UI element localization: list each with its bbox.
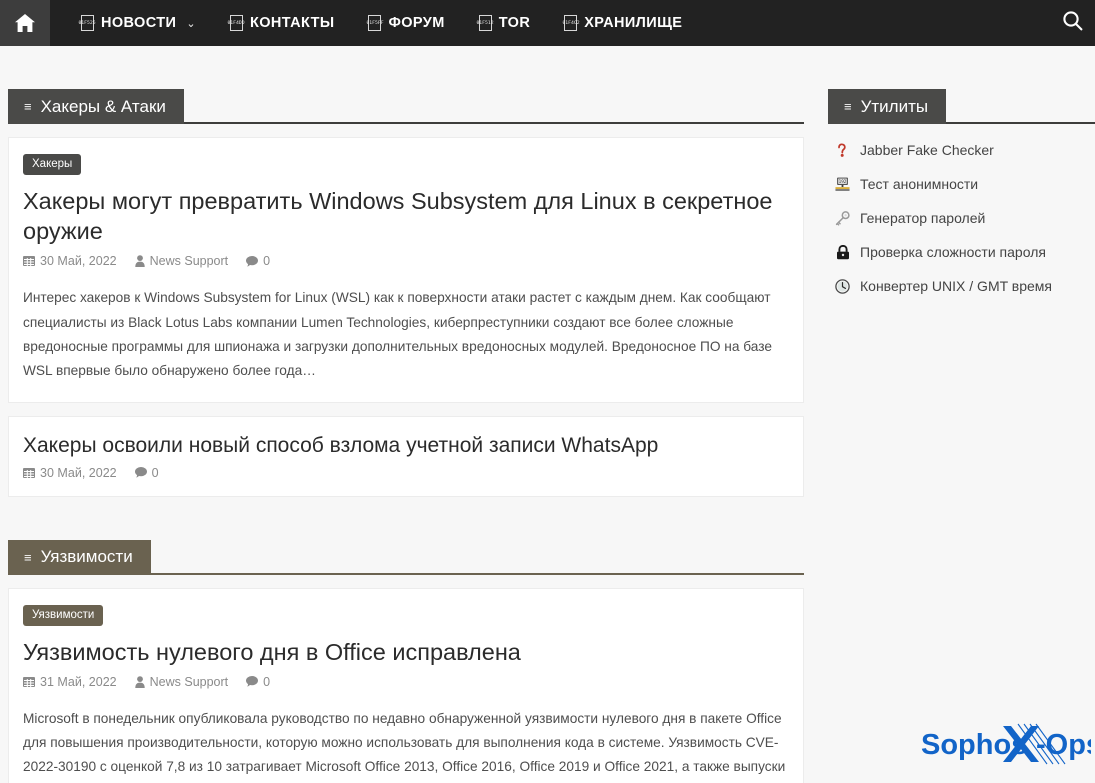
sidebar-item-label: Генератор паролей	[860, 210, 985, 226]
section-header-vulnerabilities: ≡ Уязвимости	[8, 540, 804, 575]
category-badge[interactable]: Хакеры	[23, 154, 81, 175]
calendar-icon	[23, 255, 35, 267]
user-icon	[135, 255, 145, 267]
nav-item-hranilishche[interactable]: 01F4C2 ХРАНИЛИЩЕ	[547, 0, 699, 46]
chevron-down-icon: ⌄	[186, 17, 196, 30]
section-title-hackers[interactable]: ≡ Хакеры & Атаки	[8, 89, 184, 124]
category-badge[interactable]: Уязвимости	[23, 605, 103, 626]
article-title[interactable]: Хакеры могут превратить Windows Subsyste…	[23, 186, 789, 246]
logo-text-xops: -Ops	[1036, 729, 1091, 761]
section-title-label: Утилиты	[861, 97, 929, 117]
nav-label: ХРАНИЛИЩЕ	[584, 15, 682, 31]
section-title-label: Хакеры & Атаки	[41, 97, 166, 117]
page-body: ≡ Хакеры & Атаки Хакеры Хакеры могут пре…	[0, 46, 1095, 783]
fire-icon: 01F525	[81, 15, 94, 31]
article-meta: 30 Май, 2022 0	[23, 466, 789, 480]
comment-icon	[135, 467, 147, 478]
comment-count: 0	[263, 675, 270, 689]
article-excerpt: Microsoft в понедельник опубликовала рук…	[23, 707, 789, 783]
search-icon	[1062, 10, 1083, 36]
meta-date: 31 Май, 2022	[23, 675, 117, 689]
main-content: ≡ Хакеры & Атаки Хакеры Хакеры могут пре…	[0, 46, 820, 783]
article-meta: 30 Май, 2022 News Support	[23, 254, 789, 268]
user-icon	[135, 676, 145, 688]
clock-icon	[834, 279, 851, 294]
comment-icon	[246, 256, 258, 267]
lock-icon: 01F512	[479, 15, 492, 31]
moai-icon: 01F5FF	[368, 15, 381, 31]
sidebar-item-jabber-fake-checker[interactable]: Jabber Fake Checker	[834, 142, 1095, 158]
author-text: News Support	[150, 254, 229, 268]
article-card[interactable]: Уязвимости Уязвимость нулевого дня в Off…	[8, 588, 804, 783]
svg-text:192: 192	[839, 179, 847, 185]
sidebar-item-label: Тест анонимности	[860, 176, 978, 192]
nav-item-tor[interactable]: 01F512 TOR	[462, 0, 548, 46]
sophos-x-ops-logo: Sophos -Ops	[919, 718, 1091, 775]
comment-count: 0	[152, 466, 159, 480]
meta-comments: 0	[246, 254, 270, 268]
article-title[interactable]: Уязвимость нулевого дня в Office исправл…	[23, 637, 789, 667]
calendar-icon	[23, 676, 35, 688]
lock-icon	[834, 245, 851, 260]
meta-author: News Support	[135, 675, 229, 689]
nav-label: НОВОСТИ	[101, 15, 176, 31]
section-title-vulnerabilities[interactable]: ≡ Уязвимости	[8, 540, 151, 575]
question-ornament-icon	[834, 143, 851, 158]
article-meta: 31 Май, 2022 News Support	[23, 675, 789, 689]
sidebar-item-password-strength-check[interactable]: Проверка сложности пароля	[834, 244, 1095, 260]
author-text: News Support	[150, 675, 229, 689]
sidebar-item-unix-gmt-converter[interactable]: Конвертер UNIX / GMT время	[834, 278, 1095, 294]
date-text: 31 Май, 2022	[40, 675, 117, 689]
top-navigation-bar: 01F525 НОВОСТИ ⌄ 01F4DD КОНТАКТЫ 01F5FF …	[0, 0, 1095, 46]
article-title[interactable]: Хакеры освоили новый способ взлома учетн…	[23, 433, 789, 460]
meta-author: News Support	[135, 254, 229, 268]
section-header-utilities: ≡ Утилиты	[828, 89, 1095, 124]
nav-label: КОНТАКТЫ	[250, 15, 334, 31]
meta-date: 30 Май, 2022	[23, 254, 117, 268]
hamburger-icon: ≡	[24, 100, 32, 113]
sidebar-item-label: Проверка сложности пароля	[860, 244, 1046, 260]
date-text: 30 Май, 2022	[40, 466, 117, 480]
sidebar-item-password-generator[interactable]: Генератор паролей	[834, 210, 1095, 226]
calendar-icon	[23, 467, 35, 479]
article-card[interactable]: Хакеры Хакеры могут превратить Windows S…	[8, 137, 804, 403]
sidebar-item-label: Конвертер UNIX / GMT время	[860, 278, 1052, 294]
sidebar-item-label: Jabber Fake Checker	[860, 142, 994, 158]
utilities-list: Jabber Fake Checker 192 Тест анонимности	[828, 142, 1095, 294]
nav-label: ФОРУМ	[388, 15, 444, 31]
section-title-utilities[interactable]: ≡ Утилиты	[828, 89, 946, 124]
meta-comments: 0	[135, 466, 159, 480]
article-excerpt: Интерес хакеров к Windows Subsystem for …	[23, 286, 789, 384]
nav-label: TOR	[499, 15, 531, 31]
comment-icon	[246, 676, 258, 687]
nav-item-novosti[interactable]: 01F525 НОВОСТИ ⌄	[64, 0, 213, 46]
search-button[interactable]	[1049, 0, 1095, 46]
hamburger-icon: ≡	[24, 551, 32, 564]
computer-network-icon: 192	[834, 177, 851, 191]
nav-item-kontakty[interactable]: 01F4DD КОНТАКТЫ	[213, 0, 351, 46]
memo-icon: 01F4DD	[230, 15, 243, 31]
sidebar: ≡ Утилиты Jabber Fake Checker	[820, 46, 1095, 783]
sidebar-item-anonymity-test[interactable]: 192 Тест анонимности	[834, 176, 1095, 192]
article-card[interactable]: Хакеры освоили новый способ взлома учетн…	[8, 416, 804, 497]
meta-comments: 0	[246, 675, 270, 689]
home-button[interactable]	[0, 0, 50, 46]
comment-count: 0	[263, 254, 270, 268]
main-nav: 01F525 НОВОСТИ ⌄ 01F4DD КОНТАКТЫ 01F5FF …	[64, 0, 699, 46]
key-icon	[834, 211, 851, 226]
date-text: 30 Май, 2022	[40, 254, 117, 268]
home-icon	[14, 13, 36, 33]
folder-icon: 01F4C2	[564, 15, 577, 31]
section-title-label: Уязвимости	[41, 547, 133, 567]
hamburger-icon: ≡	[844, 100, 852, 113]
nav-item-forum[interactable]: 01F5FF ФОРУМ	[351, 0, 461, 46]
meta-date: 30 Май, 2022	[23, 466, 117, 480]
section-header-hackers: ≡ Хакеры & Атаки	[8, 89, 804, 124]
